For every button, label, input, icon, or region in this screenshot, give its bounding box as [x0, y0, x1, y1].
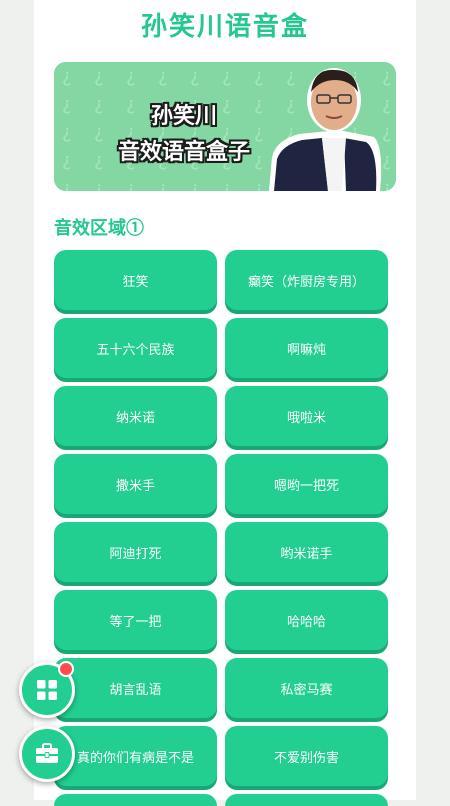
- sound-button[interactable]: 纳米诺: [54, 386, 217, 446]
- menu-fab-button[interactable]: [19, 661, 75, 718]
- sound-button[interactable]: 哦啦米: [225, 386, 388, 446]
- notification-badge: [58, 661, 74, 677]
- toolbox-icon: [36, 743, 58, 763]
- banner-image: ¿ 孙笑川 音效语音盒子: [54, 62, 396, 191]
- grid-apps-icon: [37, 680, 57, 700]
- page-title: 孙笑川语音盒: [140, 12, 309, 42]
- banner-title: 孙笑川: [150, 104, 217, 129]
- sound-button[interactable]: 阿迪打死: [54, 522, 217, 582]
- sound-button[interactable]: 等了一把: [54, 590, 217, 650]
- sound-button[interactable]: 狂笑: [54, 250, 217, 310]
- sound-button-partial[interactable]: [54, 794, 217, 806]
- section-title: 音效区域①: [54, 218, 144, 239]
- sound-button[interactable]: 哈哈哈: [225, 590, 388, 650]
- toolbox-fab-button[interactable]: [19, 726, 75, 782]
- sound-button[interactable]: 撒米手: [54, 454, 217, 514]
- sound-button-partial[interactable]: [225, 794, 388, 806]
- banner-subtitle: 音效语音盒子: [117, 140, 250, 165]
- sound-button[interactable]: 五十六个民族: [54, 318, 217, 378]
- page: 孙笑川语音盒 ¿: [34, 0, 416, 806]
- sound-button[interactable]: 嗯哟一把死: [225, 454, 388, 514]
- sound-button[interactable]: 不爱别伤害: [225, 726, 388, 786]
- sound-button[interactable]: 私密马赛: [225, 658, 388, 718]
- sound-button[interactable]: 癫笑（炸厨房专用）: [225, 250, 388, 310]
- sound-button[interactable]: 哟米诺手: [225, 522, 388, 582]
- sound-button[interactable]: 啊嘛炖: [225, 318, 388, 378]
- sound-button[interactable]: 真的你们有病是不是: [54, 726, 217, 786]
- sound-button[interactable]: 胡言乱语: [54, 658, 217, 718]
